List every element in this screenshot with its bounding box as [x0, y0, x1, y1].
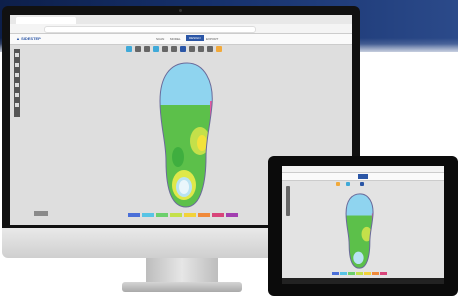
- tool-icon[interactable]: [207, 46, 213, 52]
- legend-swatch: [364, 272, 371, 275]
- side-tool-button[interactable]: [15, 83, 19, 87]
- legend-swatch: [226, 213, 238, 217]
- tablet-sidebar: [286, 186, 290, 216]
- webcam: [179, 9, 182, 12]
- tool-icon[interactable]: [135, 46, 141, 52]
- tool-icon[interactable]: [153, 46, 159, 52]
- legend-swatch: [380, 272, 387, 275]
- browser-tab-bar: [10, 15, 352, 24]
- menu-model[interactable]: MODEL: [170, 37, 181, 41]
- side-tool-button[interactable]: [15, 53, 19, 57]
- side-tool-button[interactable]: [15, 63, 19, 67]
- tool-icon[interactable]: [162, 46, 168, 52]
- legend-swatch: [142, 213, 154, 217]
- legend-swatch: [356, 272, 363, 275]
- tablet-tool-icon[interactable]: [360, 182, 364, 186]
- tablet-tool-icon[interactable]: [336, 182, 340, 186]
- tool-icon[interactable]: [171, 46, 177, 52]
- scale-indicator: [34, 211, 48, 216]
- browser-tab[interactable]: [16, 17, 76, 24]
- monitor-stand-base: [122, 282, 242, 292]
- legend-swatch: [128, 213, 140, 217]
- color-legend: [128, 213, 238, 217]
- left-tool-sidebar: [14, 49, 20, 117]
- legend-swatch: [156, 213, 168, 217]
- legend-swatch: [332, 272, 339, 275]
- legend-swatch: [372, 272, 379, 275]
- side-tool-button[interactable]: [15, 93, 19, 97]
- tool-icon[interactable]: [180, 46, 186, 52]
- tablet-nav-bar: [282, 278, 444, 284]
- legend-swatch: [184, 213, 196, 217]
- tool-icon[interactable]: [189, 46, 195, 52]
- tablet-active-menu[interactable]: [358, 174, 368, 179]
- url-field[interactable]: [44, 26, 256, 33]
- tool-icon[interactable]: [216, 46, 222, 52]
- legend-swatch: [340, 272, 347, 275]
- tool-icon[interactable]: [198, 46, 204, 52]
- menu-design[interactable]: DESIGN: [186, 35, 204, 41]
- legend-swatch: [348, 272, 355, 275]
- legend-swatch: [170, 213, 182, 217]
- legend-swatch: [198, 213, 210, 217]
- insole-heatmap[interactable]: [156, 61, 218, 209]
- tablet-browser-bar: [282, 166, 444, 173]
- legend-swatch: [212, 213, 224, 217]
- tablet-device: [268, 156, 458, 296]
- tool-icon[interactable]: [126, 46, 132, 52]
- menu-scan[interactable]: SCAN: [156, 37, 164, 41]
- tablet-tool-icon[interactable]: [346, 182, 350, 186]
- app-logo: ▲ SIDESTEP: [16, 36, 41, 41]
- tablet-insole-heatmap[interactable]: [344, 191, 376, 271]
- tablet-screen: [282, 166, 444, 284]
- side-tool-button[interactable]: [15, 103, 19, 107]
- tool-toolbar: [126, 46, 236, 54]
- tablet-color-legend: [332, 272, 392, 275]
- monitor-stand-neck: [146, 258, 218, 284]
- tool-icon[interactable]: [144, 46, 150, 52]
- app-header: [10, 34, 352, 45]
- side-tool-button[interactable]: [15, 73, 19, 77]
- menu-export[interactable]: EXPORT: [206, 37, 218, 41]
